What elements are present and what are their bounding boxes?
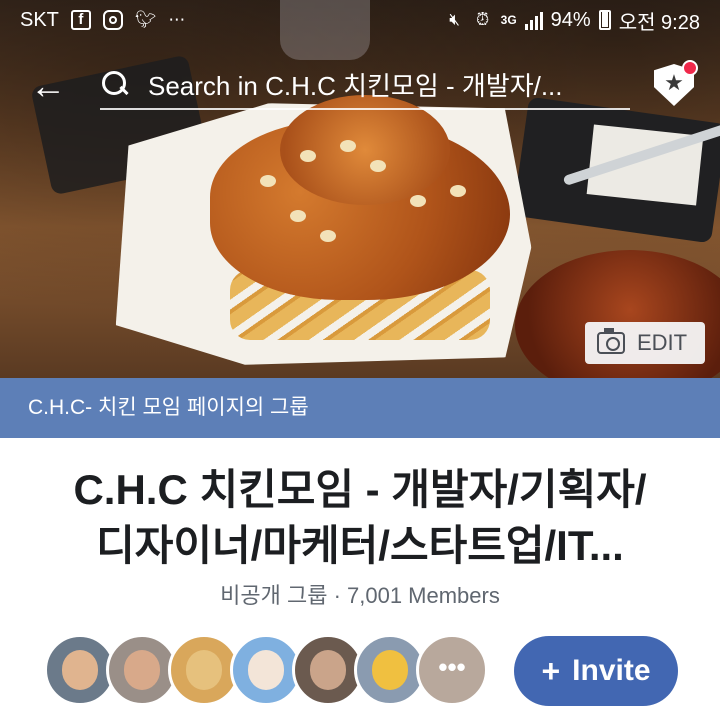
- camera-icon: [597, 328, 625, 354]
- group-search-bar[interactable]: Search in C.H.C 치킨모임 - 개발자/...: [100, 60, 630, 110]
- search-icon: [100, 69, 130, 99]
- more-dots-icon: •••: [438, 652, 466, 682]
- group-title: C.H.C 치킨모임 - 개발자/기획자/ 디자이너/마케터/스타트업/IT..…: [20, 462, 700, 574]
- search-input[interactable]: Search in C.H.C 치킨모임 - 개발자/...: [148, 66, 563, 103]
- edit-cover-button[interactable]: EDIT: [585, 322, 705, 364]
- mute-icon: 🔇︎: [449, 10, 461, 29]
- signal-icon: [524, 10, 543, 30]
- group-title-line1: C.H.C 치킨모임 - 개발자/기획자/: [73, 466, 647, 513]
- group-parent-banner[interactable]: C.H.C- 치킨 모임 페이지의 그룹: [0, 378, 720, 438]
- more-dots-icon: ⋯: [168, 10, 186, 29]
- member-avatars[interactable]: •••: [44, 634, 488, 706]
- group-meta[interactable]: 비공개 그룹 · 7,001 Members: [0, 578, 720, 610]
- admin-shield-button[interactable]: ★: [654, 60, 698, 108]
- 3g-icon: 3G: [500, 13, 517, 27]
- alarm-icon: ⏰︎: [476, 10, 490, 29]
- back-arrow-icon[interactable]: ←: [30, 66, 70, 106]
- battery-percent: 94%: [550, 8, 591, 31]
- invite-button[interactable]: + Invite: [514, 636, 678, 706]
- battery-icon: [598, 10, 611, 30]
- edit-label: EDIT: [637, 330, 688, 355]
- more-members-button[interactable]: •••: [416, 634, 488, 706]
- banner-text: C.H.C- 치킨 모임 페이지의 그룹: [28, 396, 309, 419]
- invite-label: Invite: [572, 654, 651, 687]
- facebook-icon: f: [70, 10, 91, 30]
- group-title-line2: 디자이너/마케터/스타트업/IT...: [96, 522, 624, 569]
- carrier-label: SKT: [20, 8, 59, 31]
- twitter-icon: 🐦︎: [134, 10, 157, 29]
- instagram-icon: [102, 10, 123, 30]
- clock-time: 오전 9:28: [618, 11, 700, 34]
- notification-dot: [682, 60, 698, 76]
- status-bar: SKT f 🐦︎ ⋯ 🔇︎ ⏰︎ 3G 94% 오전 9:28: [0, 0, 720, 40]
- plus-icon: +: [541, 652, 561, 689]
